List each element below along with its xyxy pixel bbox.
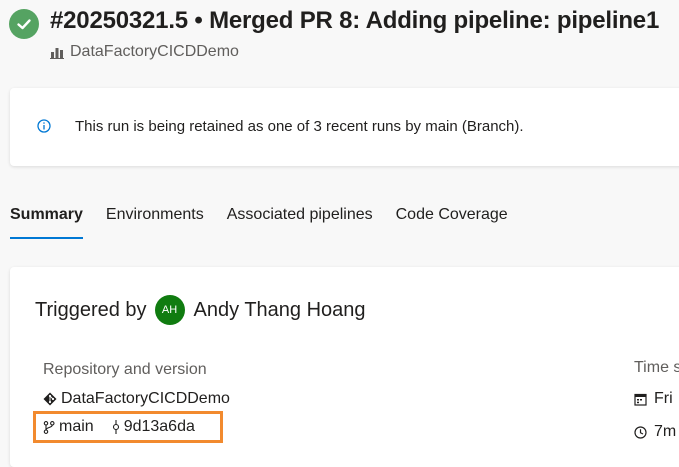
- started-date: Fri: [634, 390, 673, 408]
- repo-heading: Repository and version: [43, 361, 207, 378]
- avatar[interactable]: AH: [154, 295, 185, 325]
- date-value: Fri: [654, 390, 673, 407]
- repository-link[interactable]: DataFactoryCICDDemo: [43, 390, 230, 408]
- info-icon: [37, 119, 51, 133]
- project-name: DataFactoryCICDDemo: [70, 43, 239, 60]
- tab-associated-pipelines[interactable]: Associated pipelines: [227, 206, 373, 239]
- retention-banner: This run is being retained as one of 3 r…: [10, 88, 679, 166]
- tab-environments[interactable]: Environments: [106, 206, 204, 239]
- branch-icon: [43, 420, 55, 434]
- run-tabs: Summary Environments Associated pipeline…: [10, 206, 531, 239]
- project-icon: [50, 48, 64, 59]
- tab-code-coverage[interactable]: Code Coverage: [396, 206, 508, 239]
- triggered-by-row: Triggered by AH Andy Thang Hoang: [35, 295, 366, 325]
- repo-name: DataFactoryCICDDemo: [61, 390, 230, 407]
- commit-icon: [112, 420, 119, 434]
- version-highlight: main 9d13a6da: [33, 411, 223, 443]
- project-link[interactable]: DataFactoryCICDDemo: [50, 43, 239, 61]
- calendar-icon: [634, 393, 647, 406]
- tab-summary[interactable]: Summary: [10, 206, 83, 239]
- duration-value: 7m: [654, 423, 677, 440]
- banner-message: This run is being retained as one of 3 r…: [75, 118, 524, 135]
- git-repo-icon: [43, 392, 57, 406]
- check-icon: [17, 19, 31, 30]
- user-name[interactable]: Andy Thang Hoang: [194, 299, 366, 322]
- summary-card: Triggered by AH Andy Thang Hoang Reposit…: [10, 267, 679, 467]
- branch-name[interactable]: main: [59, 418, 94, 436]
- time-heading: Time s: [634, 359, 679, 376]
- status-success-icon: [9, 9, 39, 39]
- triggered-by-label: Triggered by: [35, 298, 147, 321]
- clock-icon: [634, 425, 647, 439]
- duration: 7m: [634, 423, 676, 441]
- run-title: #20250321.5 • Merged PR 8: Adding pipeli…: [50, 7, 660, 34]
- commit-id[interactable]: 9d13a6da: [124, 418, 195, 436]
